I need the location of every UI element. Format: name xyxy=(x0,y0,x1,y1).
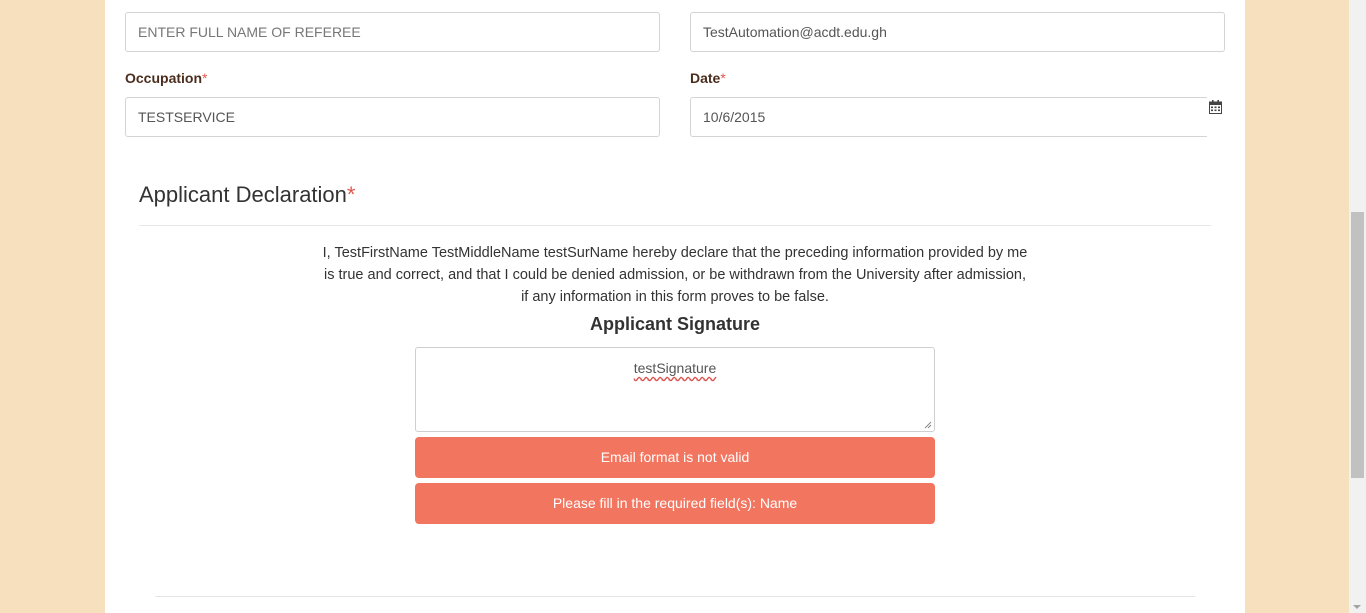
declaration-text: I, TestFirstName TestMiddleName testSurN… xyxy=(322,245,1028,305)
occupation-input[interactable] xyxy=(125,97,660,137)
section-divider xyxy=(139,225,1211,226)
date-label: Date* xyxy=(690,70,726,86)
resize-handle-icon[interactable] xyxy=(924,421,932,429)
date-input[interactable] xyxy=(690,97,1207,137)
signature-heading: Applicant Signature xyxy=(589,314,760,334)
declaration-title-text: Applicant Declaration xyxy=(139,182,347,207)
required-fields-alert: Please fill in the required field(s): Na… xyxy=(415,483,935,524)
signature-text: testSignature xyxy=(633,360,717,376)
required-marker: * xyxy=(720,70,726,86)
scroll-down-arrow-icon[interactable] xyxy=(1353,605,1361,609)
occupation-label: Occupation* xyxy=(125,70,207,86)
date-label-text: Date xyxy=(690,70,721,86)
required-marker: * xyxy=(346,182,356,207)
calendar-icon[interactable] xyxy=(1209,100,1222,114)
referee-name-input[interactable] xyxy=(125,12,660,52)
referee-email-input[interactable] xyxy=(690,12,1225,52)
footer-divider xyxy=(155,596,1195,597)
vertical-scrollbar[interactable] xyxy=(1349,0,1366,613)
email-error-alert: Email format is not valid xyxy=(415,437,935,478)
occupation-label-text: Occupation xyxy=(125,70,203,86)
form-page: Occupation* Date* Applicant Declaration*… xyxy=(105,0,1245,613)
scrollbar-thumb[interactable] xyxy=(1351,212,1364,478)
signature-textarea[interactable]: testSignature xyxy=(415,347,935,432)
required-marker: * xyxy=(202,70,208,86)
declaration-title: Applicant Declaration* xyxy=(139,182,355,208)
